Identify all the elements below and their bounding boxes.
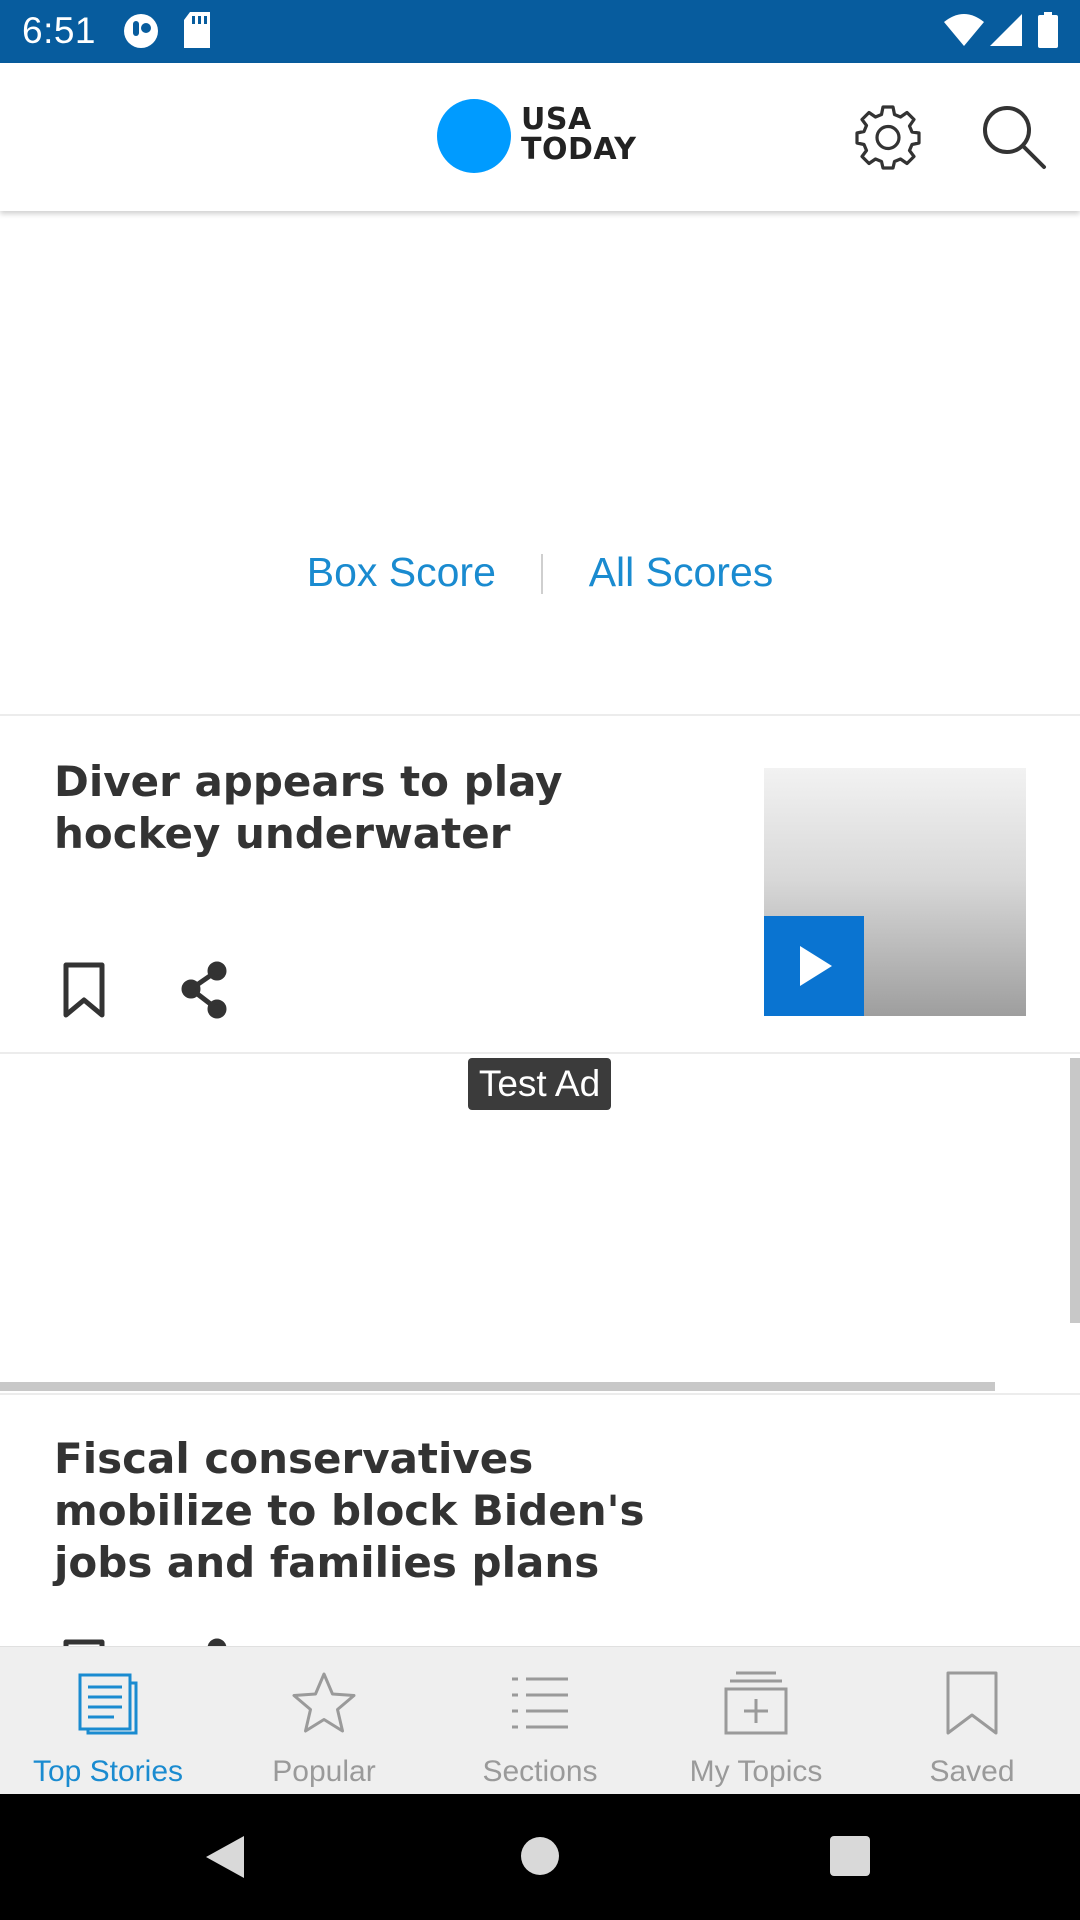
list-icon bbox=[512, 1677, 568, 1729]
sd-card-icon bbox=[184, 12, 210, 48]
nav-popular[interactable]: Popular bbox=[216, 1647, 432, 1795]
divider bbox=[0, 714, 1080, 716]
battery-icon bbox=[1038, 12, 1058, 48]
nav-top-stories[interactable]: Top Stories bbox=[0, 1647, 216, 1795]
nav-label-my-topics: My Topics bbox=[689, 1755, 823, 1788]
nav-sections[interactable]: Sections bbox=[432, 1647, 648, 1795]
notification-app-icon bbox=[124, 14, 158, 48]
search-icon[interactable] bbox=[978, 101, 1050, 173]
system-navigation-bar bbox=[0, 1794, 1080, 1920]
home-icon[interactable] bbox=[520, 1836, 560, 1876]
settings-gear-icon[interactable] bbox=[852, 101, 924, 173]
bookmark-icon[interactable] bbox=[54, 1634, 114, 1646]
bottom-navigation: Top Stories Popular Sections My Topics S… bbox=[0, 1646, 1080, 1794]
status-time: 6:51 bbox=[22, 10, 97, 51]
recents-icon[interactable] bbox=[830, 1836, 870, 1876]
divider bbox=[0, 1393, 1080, 1395]
ad-vertical-scrollbar bbox=[1070, 1058, 1080, 1323]
story-title[interactable]: Diver appears to play hockey underwater bbox=[54, 756, 734, 860]
play-icon[interactable] bbox=[764, 916, 864, 1016]
share-icon[interactable] bbox=[175, 1634, 235, 1646]
score-links: Box Score All Scores bbox=[0, 549, 1080, 596]
logo-text: USA TODAY bbox=[521, 105, 636, 165]
nav-label-top-stories: Top Stories bbox=[32, 1755, 184, 1788]
nav-saved[interactable]: Saved bbox=[864, 1647, 1080, 1795]
bookmark-icon bbox=[946, 1671, 998, 1735]
top-stories-feed[interactable]: Box Score All Scores Diver appears to pl… bbox=[0, 211, 1080, 1646]
topics-icon bbox=[724, 1671, 788, 1735]
bookmark-icon[interactable] bbox=[54, 957, 114, 1021]
status-bar: 6:51 bbox=[0, 0, 1080, 63]
story-video-thumbnail[interactable] bbox=[764, 768, 1026, 1016]
ad-horizontal-scrollbar bbox=[0, 1382, 995, 1391]
share-icon[interactable] bbox=[175, 957, 235, 1021]
nav-label-popular: Popular bbox=[272, 1755, 376, 1788]
test-ad-label: Test Ad bbox=[468, 1058, 611, 1110]
star-icon bbox=[292, 1672, 356, 1733]
back-icon[interactable] bbox=[204, 1834, 246, 1880]
top-stories-icon bbox=[78, 1673, 138, 1735]
nav-label-sections: Sections bbox=[482, 1755, 598, 1788]
cell-signal-icon bbox=[990, 14, 1022, 46]
logo-line-1: USA bbox=[521, 102, 592, 137]
logo-line-2: TODAY bbox=[521, 132, 637, 167]
box-score-link[interactable]: Box Score bbox=[307, 549, 496, 596]
score-links-separator bbox=[541, 554, 544, 594]
nav-my-topics[interactable]: My Topics bbox=[648, 1647, 864, 1795]
all-scores-link[interactable]: All Scores bbox=[589, 549, 774, 596]
wifi-icon bbox=[944, 14, 984, 46]
app-header: USA TODAY bbox=[0, 63, 1080, 211]
story-title[interactable]: Fiscal conservatives mobilize to block B… bbox=[54, 1433, 734, 1589]
usa-today-logo[interactable]: USA TODAY bbox=[437, 99, 657, 179]
logo-circle bbox=[437, 99, 511, 173]
nav-label-saved: Saved bbox=[929, 1755, 1015, 1788]
